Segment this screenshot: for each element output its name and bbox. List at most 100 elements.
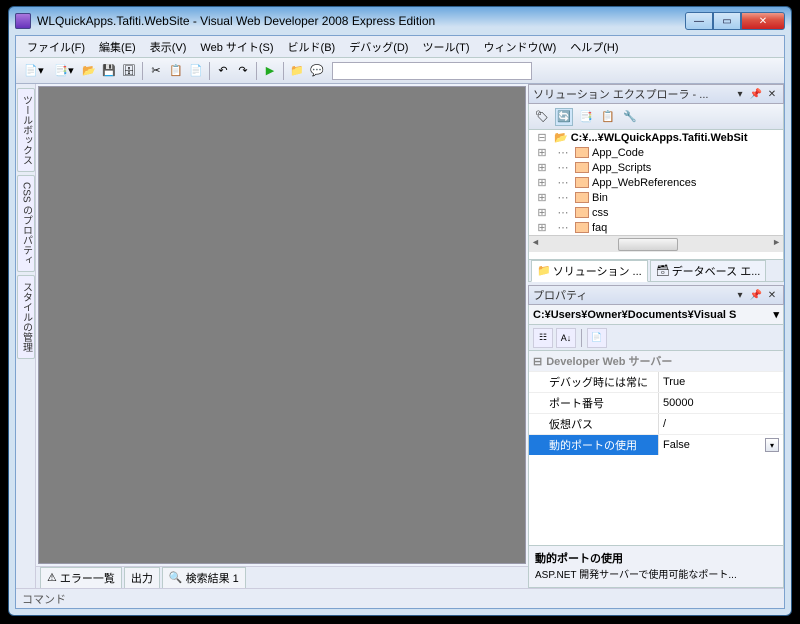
save-button[interactable]: 💾 [100, 62, 118, 80]
separator [581, 329, 582, 347]
tab-error-list[interactable]: ⚠エラー一覧 [40, 567, 122, 589]
tree-node[interactable]: ⊞⋯App_WebReferences [529, 175, 783, 190]
folder-icon [575, 147, 589, 158]
scrollbar-thumb[interactable] [618, 238, 678, 251]
tree-node[interactable]: ⊞⋯Bin [529, 190, 783, 205]
property-row-selected[interactable]: 動的ポートの使用False▾ [529, 434, 783, 455]
property-pages-button[interactable]: 📄 [587, 328, 607, 348]
menu-edit[interactable]: 編集(E) [92, 37, 143, 57]
description-title: 動的ポートの使用 [535, 550, 777, 566]
asp-config-button[interactable]: 🔧 [621, 108, 639, 126]
titlebar[interactable]: WLQuickApps.Tafiti.WebSite - Visual Web … [9, 7, 791, 35]
tree-node[interactable]: ⊞⋯css [529, 205, 783, 220]
tree-node[interactable]: ⊞⋯App_Scripts [529, 160, 783, 175]
alphabetical-button[interactable]: A↓ [556, 328, 576, 348]
separator [283, 62, 284, 80]
menu-debug[interactable]: デバッグ(D) [342, 37, 415, 57]
folder-icon [575, 207, 589, 218]
property-grid[interactable]: ⊟Developer Web サーバー デバッグ時には常にTrue ポート番号5… [528, 351, 784, 546]
refresh-button[interactable]: 🔄 [555, 108, 573, 126]
statusbar: コマンド [16, 588, 784, 608]
property-description: 動的ポートの使用 ASP.NET 開発サーバーで使用可能なポート... [528, 546, 784, 588]
tree-node[interactable]: ⊞⋯App_Code [529, 145, 783, 160]
tab-css-properties[interactable]: CSS のプロパティ [17, 175, 35, 272]
tab-database-explorer[interactable]: 🗃データベース エ... [650, 260, 767, 282]
left-gutter: ツールボックス CSS のプロパティ スタイルの管理 [16, 84, 36, 588]
folder-icon [575, 162, 589, 173]
properties-button[interactable]: 🏷 [533, 108, 551, 126]
tab-style-management[interactable]: スタイルの管理 [17, 275, 35, 359]
chevron-down-icon[interactable]: ▾ [773, 308, 779, 321]
tab-output[interactable]: 出力 [124, 567, 160, 589]
menu-help[interactable]: ヘルプ(H) [563, 37, 625, 57]
separator [142, 62, 143, 80]
collapse-icon[interactable]: ⊟ [533, 355, 542, 368]
property-row[interactable]: ポート番号50000 [529, 392, 783, 413]
dropdown-icon[interactable]: ▾ [733, 87, 747, 101]
solution-tree[interactable]: ⊟📂C:¥...¥WLQuickApps.Tafiti.WebSit ⊞⋯App… [528, 130, 784, 260]
tab-solution-explorer[interactable]: 📁ソリューション ... [531, 260, 648, 282]
close-button[interactable]: ✕ [741, 12, 785, 30]
menu-file[interactable]: ファイル(F) [20, 37, 92, 57]
folder-icon [575, 192, 589, 203]
add-item-button[interactable]: 📑▾ [50, 62, 78, 80]
close-icon[interactable]: ✕ [765, 87, 779, 101]
menu-view[interactable]: 表示(V) [143, 37, 194, 57]
tab-find-results[interactable]: 🔍検索結果 1 [162, 567, 246, 589]
open-button[interactable]: 📂 [80, 62, 98, 80]
solution-explorer-header[interactable]: ソリューション エクスプローラ - ... ▾ 📌 ✕ [528, 84, 784, 104]
center-dock: ⚠エラー一覧 出力 🔍検索結果 1 [36, 84, 528, 588]
horizontal-scrollbar[interactable] [529, 235, 783, 252]
tree-node[interactable]: ⊞⋯faq [529, 220, 783, 235]
search-icon: 🔍 [169, 571, 183, 584]
solution-toolbar: 🏷 🔄 📑 📋 🔧 [528, 104, 784, 130]
menu-window[interactable]: ウィンドウ(W) [477, 37, 564, 57]
menu-tools[interactable]: ツール(T) [415, 37, 476, 57]
property-category[interactable]: ⊟Developer Web サーバー [529, 351, 783, 371]
find-button[interactable]: 📁 [288, 62, 306, 80]
maximize-button[interactable]: ▭ [713, 12, 741, 30]
project-icon: 📂 [554, 131, 568, 144]
menu-build[interactable]: ビルド(B) [281, 37, 343, 57]
editor-area[interactable] [38, 86, 526, 564]
menu-website[interactable]: Web サイト(S) [193, 37, 280, 57]
property-row[interactable]: デバッグ時には常にTrue [529, 371, 783, 392]
separator [209, 62, 210, 80]
nest-button[interactable]: 📑 [577, 108, 595, 126]
pin-icon[interactable]: 📌 [749, 288, 763, 302]
pane-title: ソリューション エクスプローラ - ... [533, 86, 708, 102]
dropdown-icon[interactable]: ▾ [733, 288, 747, 302]
categorized-button[interactable]: ☷ [533, 328, 553, 348]
tab-toolbox[interactable]: ツールボックス [17, 88, 35, 172]
paste-button[interactable]: 📄 [187, 62, 205, 80]
tree-root[interactable]: ⊟📂C:¥...¥WLQuickApps.Tafiti.WebSit [529, 130, 783, 145]
pane-title: プロパティ [533, 287, 587, 303]
copy-website-button[interactable]: 📋 [599, 108, 617, 126]
properties-target[interactable]: C:¥Users¥Owner¥Documents¥Visual S ▾ [528, 305, 784, 325]
properties-header[interactable]: プロパティ ▾ 📌 ✕ [528, 285, 784, 305]
solution-tabs: 📁ソリューション ... 🗃データベース エ... [528, 260, 784, 282]
pin-icon[interactable]: 📌 [749, 87, 763, 101]
copy-button[interactable]: 📋 [167, 62, 185, 80]
app-window: WLQuickApps.Tafiti.WebSite - Visual Web … [8, 6, 792, 616]
properties-pane: プロパティ ▾ 📌 ✕ C:¥Users¥Owner¥Documents¥Vis… [528, 285, 784, 588]
run-button[interactable]: ▶ [261, 62, 279, 80]
window-title: WLQuickApps.Tafiti.WebSite - Visual Web … [37, 14, 685, 28]
solution-icon: 📁 [537, 264, 551, 277]
menubar: ファイル(F) 編集(E) 表示(V) Web サイト(S) ビルド(B) デバ… [16, 36, 784, 58]
close-icon[interactable]: ✕ [765, 288, 779, 302]
database-icon: 🗃 [656, 264, 670, 277]
save-all-button[interactable]: 🗄 [120, 62, 138, 80]
redo-button[interactable]: ↷ [234, 62, 252, 80]
minimize-button[interactable]: — [685, 12, 713, 30]
comment-button[interactable]: 💬 [308, 62, 326, 80]
cut-button[interactable]: ✂ [147, 62, 165, 80]
new-project-button[interactable]: 📄▾ [20, 62, 48, 80]
properties-toolbar: ☷ A↓ 📄 [528, 325, 784, 351]
toolbar-main: 📄▾ 📑▾ 📂 💾 🗄 ✂ 📋 📄 ↶ ↷ ▶ 📁 💬 [16, 58, 784, 84]
status-text: コマンド [22, 591, 66, 607]
dropdown-button[interactable]: ▾ [765, 438, 779, 452]
find-combo[interactable] [332, 62, 532, 80]
property-row[interactable]: 仮想パス/ [529, 413, 783, 434]
undo-button[interactable]: ↶ [214, 62, 232, 80]
